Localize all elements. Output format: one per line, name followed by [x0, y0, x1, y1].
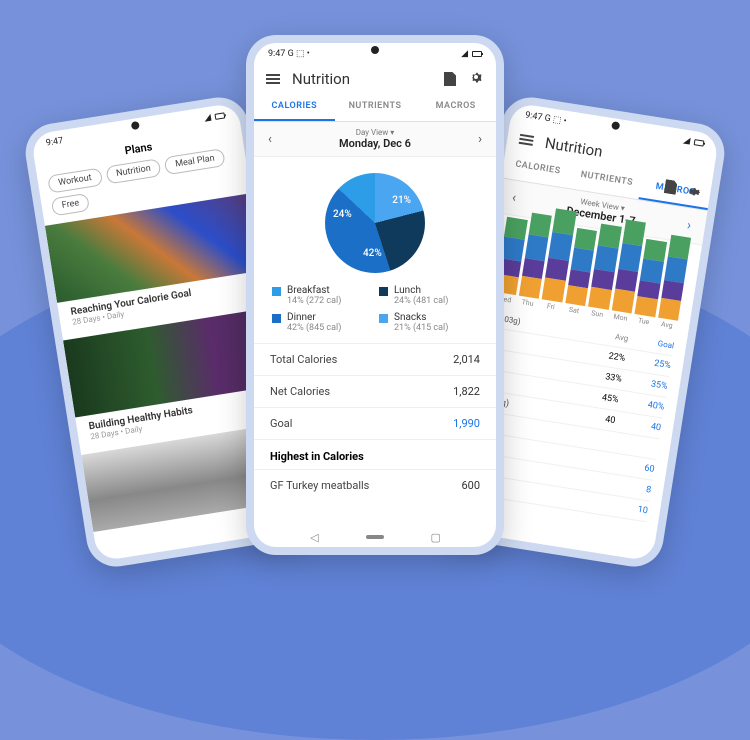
date-label: Monday, Dec 6	[278, 137, 472, 150]
stat-label: Goal	[270, 417, 292, 430]
legend-swatch	[379, 314, 388, 323]
stat-label: Net Calories	[270, 385, 330, 398]
section-header: Highest in Calories	[254, 439, 496, 469]
settings-icon[interactable]	[685, 183, 704, 205]
food-item-row[interactable]: GF Turkey meatballs 600	[254, 469, 496, 501]
document-icon[interactable]	[444, 72, 456, 86]
menu-icon[interactable]	[519, 134, 534, 146]
prev-icon[interactable]: ‹	[262, 132, 278, 147]
legend-name: Breakfast	[287, 285, 341, 296]
calorie-pie-chart: 21% 24% 42%	[254, 157, 496, 281]
legend-swatch	[272, 287, 281, 296]
pill-nutrition[interactable]: Nutrition	[105, 158, 162, 184]
tab-macros[interactable]: MACROS	[415, 93, 496, 121]
pill-free[interactable]: Free	[51, 193, 91, 217]
legend-item: Dinner42% (845 cal)	[272, 312, 371, 333]
date-navigator: ‹ Day View ▾ Monday, Dec 6 ›	[254, 122, 496, 157]
legend-name: Snacks	[394, 312, 448, 323]
legend-swatch	[379, 287, 388, 296]
stat-value: 1,990	[453, 417, 480, 430]
stat-row: Goal 1,990	[254, 407, 496, 439]
menu-icon[interactable]	[266, 74, 280, 84]
legend-value: 21% (415 cal)	[394, 323, 448, 333]
tab-calories[interactable]: CALORIES	[254, 93, 335, 121]
legend-name: Lunch	[394, 285, 448, 296]
settings-icon[interactable]	[468, 69, 484, 89]
legend-value: 24% (481 cal)	[394, 296, 448, 306]
chart-legend: Breakfast14% (272 cal) Lunch24% (481 cal)…	[254, 281, 496, 343]
tabs: CALORIES NUTRIENTS MACROS	[254, 93, 496, 122]
system-nav: ◁ ▢	[254, 532, 496, 542]
stat-row: Total Calories 2,014	[254, 343, 496, 375]
phone-center: 9:47 G ⬚ • ◢ Nutrition CALORIES NUTRIENT…	[246, 35, 504, 555]
stat-value: 1,822	[453, 385, 480, 398]
stat-value: 2,014	[453, 353, 480, 366]
next-icon[interactable]: ›	[680, 217, 698, 234]
tab-nutrients[interactable]: NUTRIENTS	[335, 93, 416, 121]
pill-workout[interactable]: Workout	[47, 168, 103, 194]
legend-swatch	[272, 314, 281, 323]
legend-item: Lunch24% (481 cal)	[379, 285, 478, 306]
legend-item: Snacks21% (415 cal)	[379, 312, 478, 333]
view-label[interactable]: Day View ▾	[278, 128, 472, 137]
legend-name: Dinner	[287, 312, 341, 323]
stat-row: Net Calories 1,822	[254, 375, 496, 407]
home-icon[interactable]	[366, 532, 384, 542]
legend-item: Breakfast14% (272 cal)	[272, 285, 371, 306]
recent-icon[interactable]: ▢	[427, 532, 445, 542]
page-title: Nutrition	[292, 70, 432, 88]
food-name: GF Turkey meatballs	[270, 479, 369, 492]
stat-label: Total Calories	[270, 353, 337, 366]
legend-value: 14% (272 cal)	[287, 296, 341, 306]
back-icon[interactable]: ◁	[305, 532, 323, 542]
next-icon[interactable]: ›	[472, 132, 488, 147]
food-calories: 600	[461, 479, 480, 492]
legend-value: 42% (845 cal)	[287, 323, 341, 333]
pill-meal-plan[interactable]: Meal Plan	[164, 148, 226, 175]
document-icon[interactable]	[664, 179, 678, 195]
